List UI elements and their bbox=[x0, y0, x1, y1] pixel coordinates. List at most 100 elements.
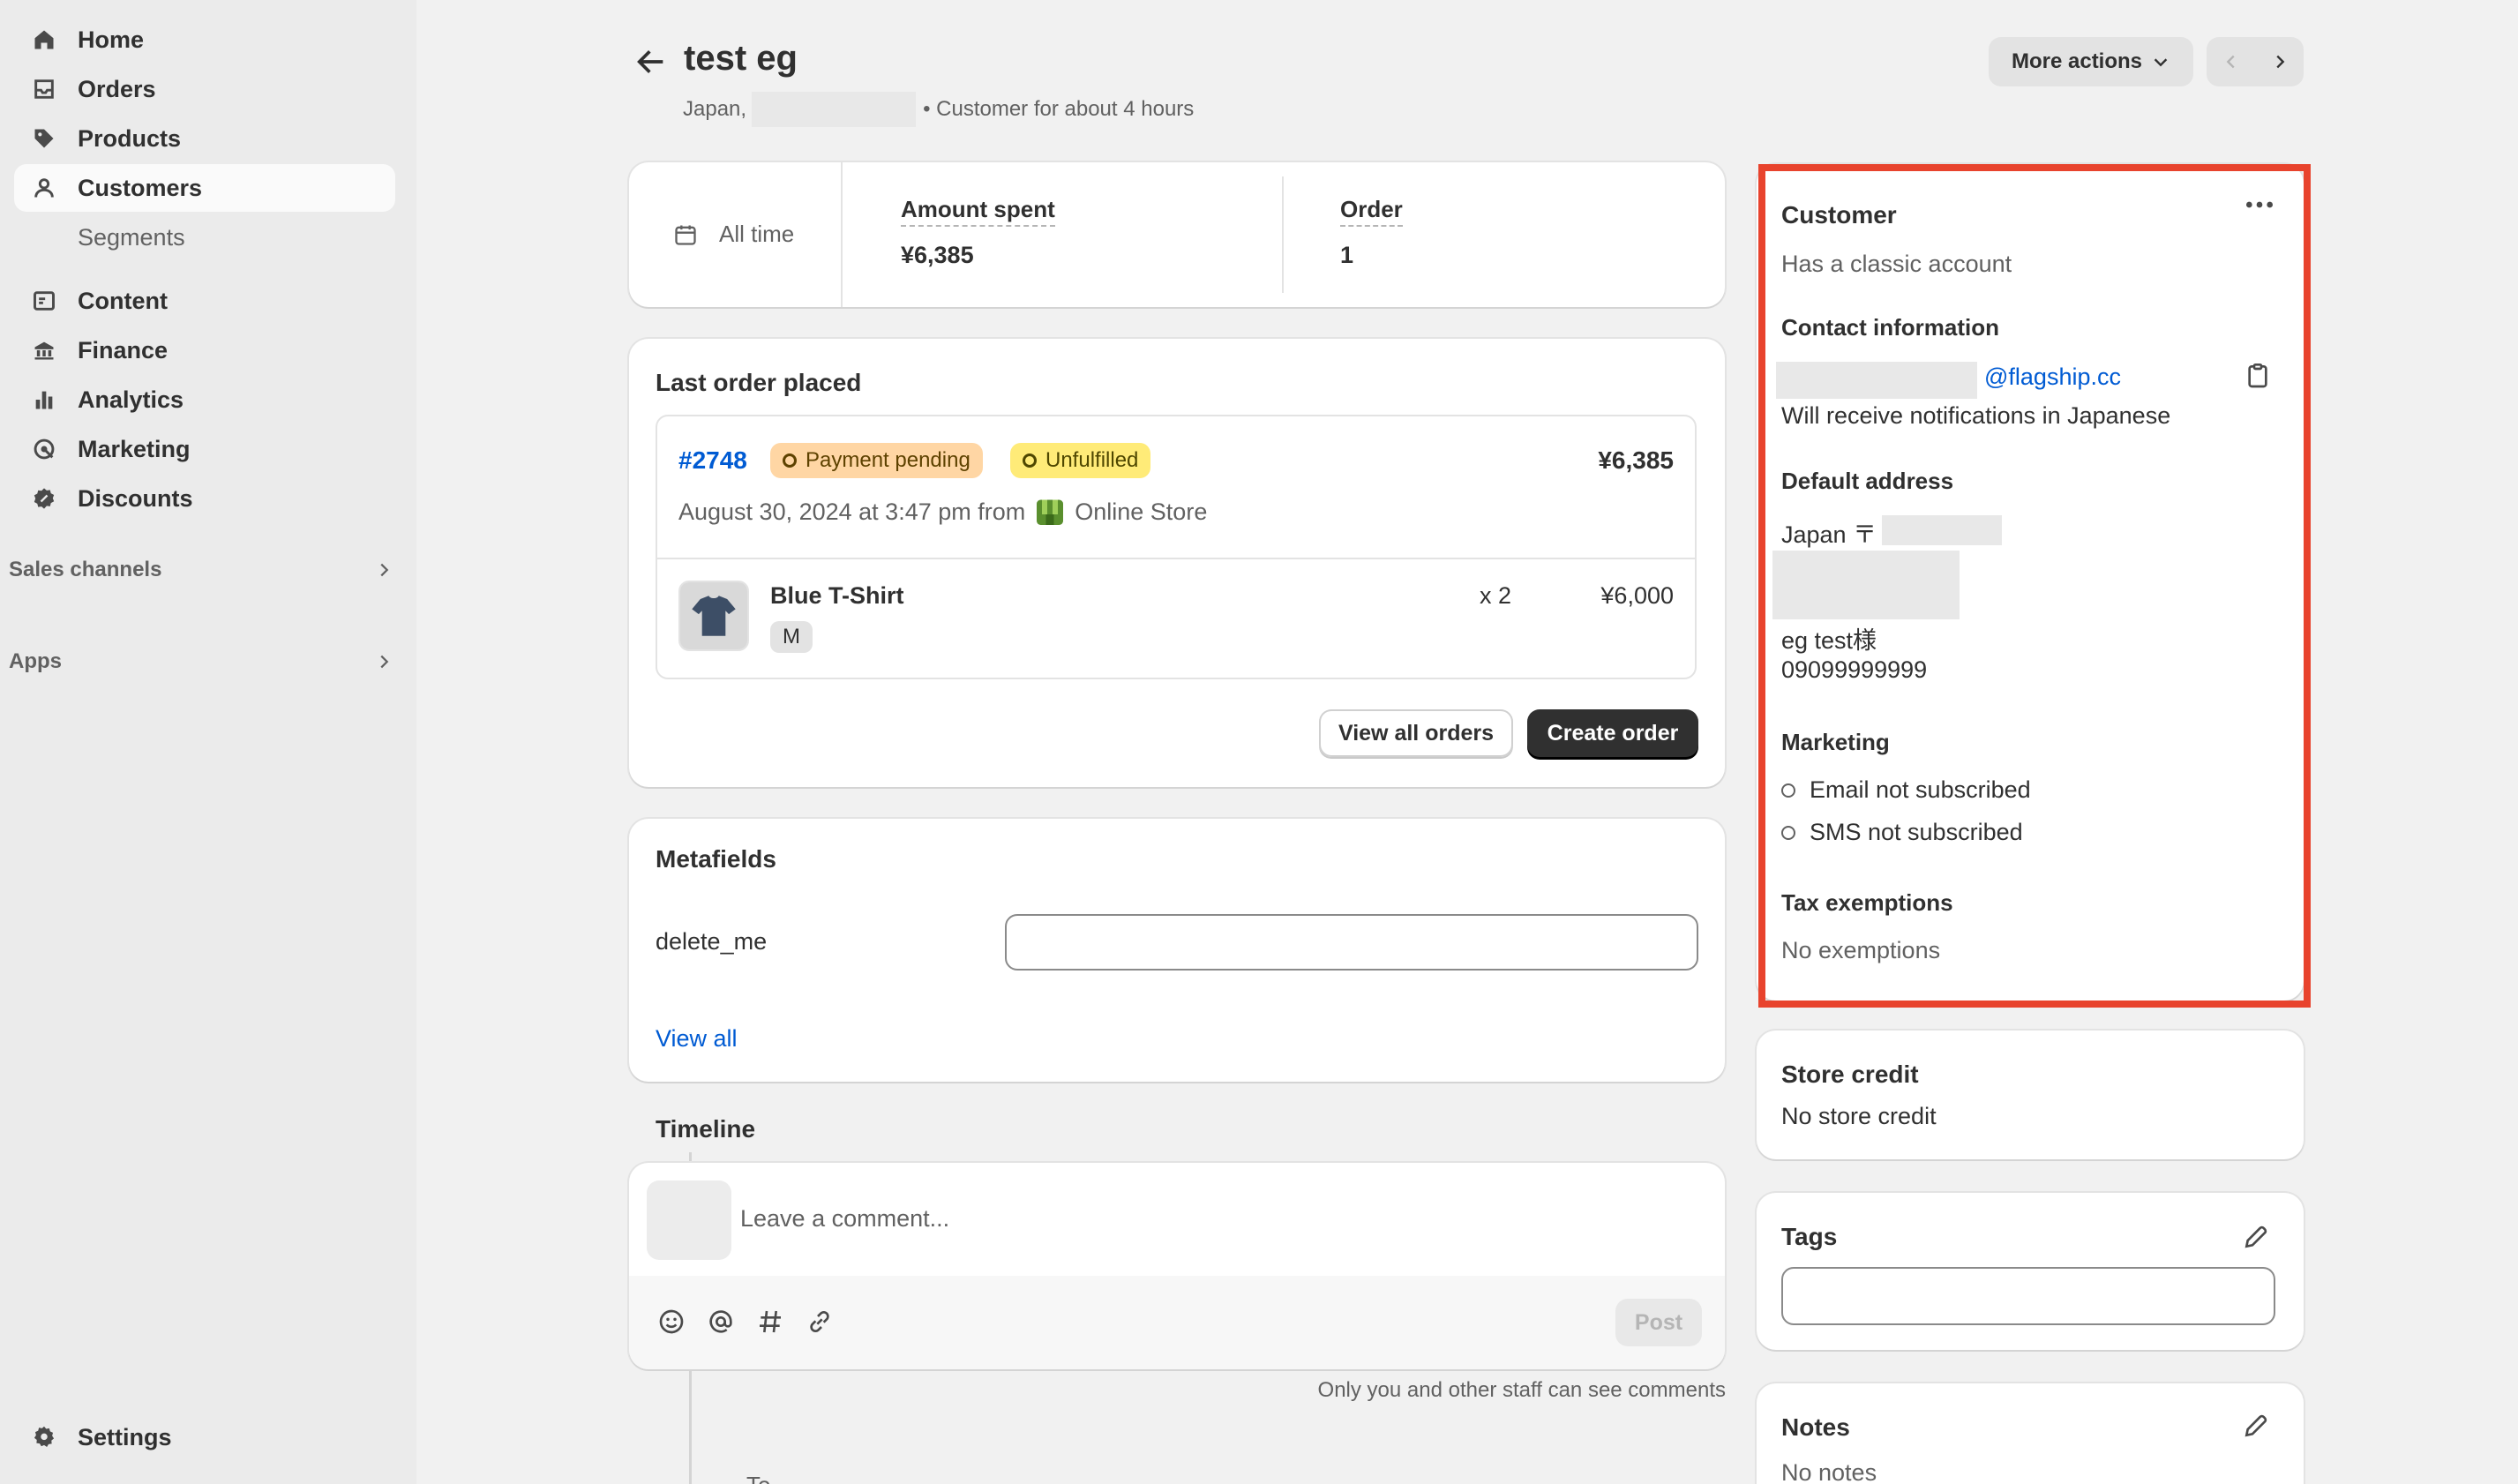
comment-visibility-note: Only you and other staff can see comment… bbox=[1317, 1378, 1726, 1402]
more-actions-label: More actions bbox=[2011, 49, 2143, 73]
sidebar-item-label: Customers bbox=[78, 174, 203, 201]
marketing-title: Marketing bbox=[1781, 729, 1890, 755]
timeline-entry-text: To bbox=[746, 1472, 770, 1484]
tshirt-icon bbox=[680, 582, 747, 649]
clipboard-icon[interactable] bbox=[2244, 362, 2272, 390]
target-icon bbox=[34, 438, 55, 460]
chevron-right-icon bbox=[380, 655, 389, 669]
more-actions-button[interactable]: More actions bbox=[1989, 37, 2193, 86]
status-ring-icon bbox=[1781, 783, 1795, 798]
previous-record-button[interactable] bbox=[2207, 37, 2255, 86]
email-marketing-label: Email not subscribed bbox=[1810, 776, 2031, 803]
sidebar-item-label: Discounts bbox=[78, 484, 193, 512]
notes-title: Notes bbox=[1781, 1413, 1850, 1441]
next-record-button[interactable] bbox=[2255, 37, 2304, 86]
bank-icon bbox=[34, 341, 54, 360]
address-country: Japan 〒 bbox=[1781, 521, 1877, 548]
order-count-value: 1 bbox=[1340, 242, 1354, 268]
store-credit-card: Store credit No store credit bbox=[1757, 1031, 2304, 1159]
sidebar-item-products[interactable]: Products bbox=[14, 115, 395, 162]
sidebar-item-analytics[interactable]: Analytics bbox=[14, 376, 395, 423]
payment-status-badge: Payment pending bbox=[770, 443, 983, 478]
sidebar-item-label: Analytics bbox=[78, 386, 184, 413]
payment-status-label: Payment pending bbox=[806, 448, 970, 472]
back-button[interactable] bbox=[632, 44, 671, 79]
view-all-orders-button[interactable]: View all orders bbox=[1319, 709, 1513, 757]
item-price: ¥6,000 bbox=[1600, 582, 1674, 609]
record-pager bbox=[2207, 37, 2304, 86]
post-button[interactable]: Post bbox=[1615, 1299, 1702, 1346]
amount-spent-value: ¥6,385 bbox=[901, 242, 974, 268]
arrow-left-icon bbox=[637, 50, 663, 73]
chevron-right-icon bbox=[2275, 55, 2284, 69]
sidebar: Home Orders Products Customers Segments … bbox=[0, 0, 416, 1484]
sidebar-item-segments[interactable]: Segments bbox=[14, 214, 395, 261]
tags-title: Tags bbox=[1781, 1223, 1838, 1250]
order-number-link[interactable]: #2748 bbox=[678, 446, 747, 475]
sidebar-item-content[interactable]: Content bbox=[14, 277, 395, 325]
pencil-icon[interactable] bbox=[2242, 1223, 2270, 1251]
customer-email[interactable]: @flagship.cc bbox=[1984, 364, 2121, 391]
order-summary: #2748 Payment pending Unfulfilled ¥6,385… bbox=[656, 415, 1697, 679]
attachment-icon[interactable] bbox=[806, 1308, 834, 1336]
hashtag-icon[interactable] bbox=[756, 1308, 784, 1336]
sidebar-item-marketing[interactable]: Marketing bbox=[14, 425, 395, 473]
timeline-title: Timeline bbox=[656, 1115, 756, 1143]
metafields-title: Metafields bbox=[656, 845, 776, 873]
sidebar-item-customers[interactable]: Customers bbox=[14, 164, 395, 212]
tax-exemptions-value: No exemptions bbox=[1781, 937, 1941, 963]
account-type: Has a classic account bbox=[1781, 251, 2012, 277]
order-total: ¥6,385 bbox=[1598, 446, 1674, 474]
emoji-icon[interactable] bbox=[657, 1308, 686, 1336]
person-icon bbox=[34, 178, 54, 198]
period-selector[interactable]: All time bbox=[629, 162, 843, 307]
order-date: August 30, 2024 at 3:47 pm from bbox=[678, 498, 1026, 525]
metafield-input[interactable] bbox=[1005, 914, 1698, 971]
gear-icon bbox=[34, 1426, 55, 1447]
sidebar-item-orders[interactable]: Orders bbox=[14, 65, 395, 113]
item-name[interactable]: Blue T-Shirt bbox=[770, 582, 904, 610]
item-variant-badge: M bbox=[770, 621, 813, 653]
content-icon bbox=[34, 291, 55, 311]
redacted-region bbox=[1882, 515, 2002, 545]
sidebar-item-label: Finance bbox=[78, 336, 169, 364]
create-order-button[interactable]: Create order bbox=[1527, 709, 1698, 757]
chevron-left-icon bbox=[2226, 55, 2235, 69]
last-order-title: Last order placed bbox=[656, 369, 862, 396]
comment-toolbar: Post bbox=[629, 1276, 1725, 1369]
sms-marketing-label: SMS not subscribed bbox=[1810, 819, 2023, 845]
sidebar-item-label: Marketing bbox=[78, 435, 191, 462]
address-name: eg test様 bbox=[1781, 627, 1877, 654]
stats-card: All time Amount spent ¥6,385 Order 1 bbox=[629, 162, 1725, 307]
product-thumbnail bbox=[678, 581, 749, 651]
contact-info-title: Contact information bbox=[1781, 314, 1999, 341]
mention-icon[interactable] bbox=[707, 1308, 735, 1336]
sidebar-item-finance[interactable]: Finance bbox=[14, 326, 395, 374]
sales-channel: Online Store bbox=[1075, 498, 1208, 525]
customer-since: • Customer for about 4 hours bbox=[923, 97, 1195, 121]
store-credit-value: No store credit bbox=[1781, 1103, 1937, 1129]
redacted-region bbox=[752, 92, 917, 127]
comment-input[interactable]: Leave a comment... bbox=[740, 1205, 949, 1233]
sales-channels-section[interactable]: Sales channels bbox=[9, 552, 393, 588]
sidebar-item-home[interactable]: Home bbox=[14, 16, 395, 64]
page-title: test eg bbox=[684, 39, 798, 78]
redacted-region bbox=[1776, 362, 1977, 399]
divider bbox=[1282, 176, 1284, 293]
tags-card: Tags bbox=[1757, 1193, 2304, 1350]
fulfillment-status-label: Unfulfilled bbox=[1045, 448, 1139, 472]
apps-section[interactable]: Apps bbox=[9, 644, 393, 679]
store-credit-title: Store credit bbox=[1781, 1061, 1919, 1088]
sidebar-item-label: Settings bbox=[78, 1423, 172, 1450]
sidebar-item-settings[interactable]: Settings bbox=[14, 1413, 395, 1461]
last-order-card: Last order placed #2748 Payment pending … bbox=[629, 339, 1725, 787]
tags-input[interactable] bbox=[1781, 1267, 2275, 1325]
view-all-metafields-link[interactable]: View all bbox=[656, 1025, 738, 1053]
sidebar-item-label: Segments bbox=[78, 223, 185, 251]
more-horizontal-icon[interactable] bbox=[2242, 192, 2277, 217]
sidebar-item-label: Products bbox=[78, 124, 182, 152]
bar-chart-icon bbox=[35, 391, 53, 409]
notes-value: No notes bbox=[1781, 1459, 1877, 1484]
pencil-icon[interactable] bbox=[2242, 1412, 2270, 1440]
sidebar-item-discounts[interactable]: Discounts bbox=[14, 475, 395, 522]
